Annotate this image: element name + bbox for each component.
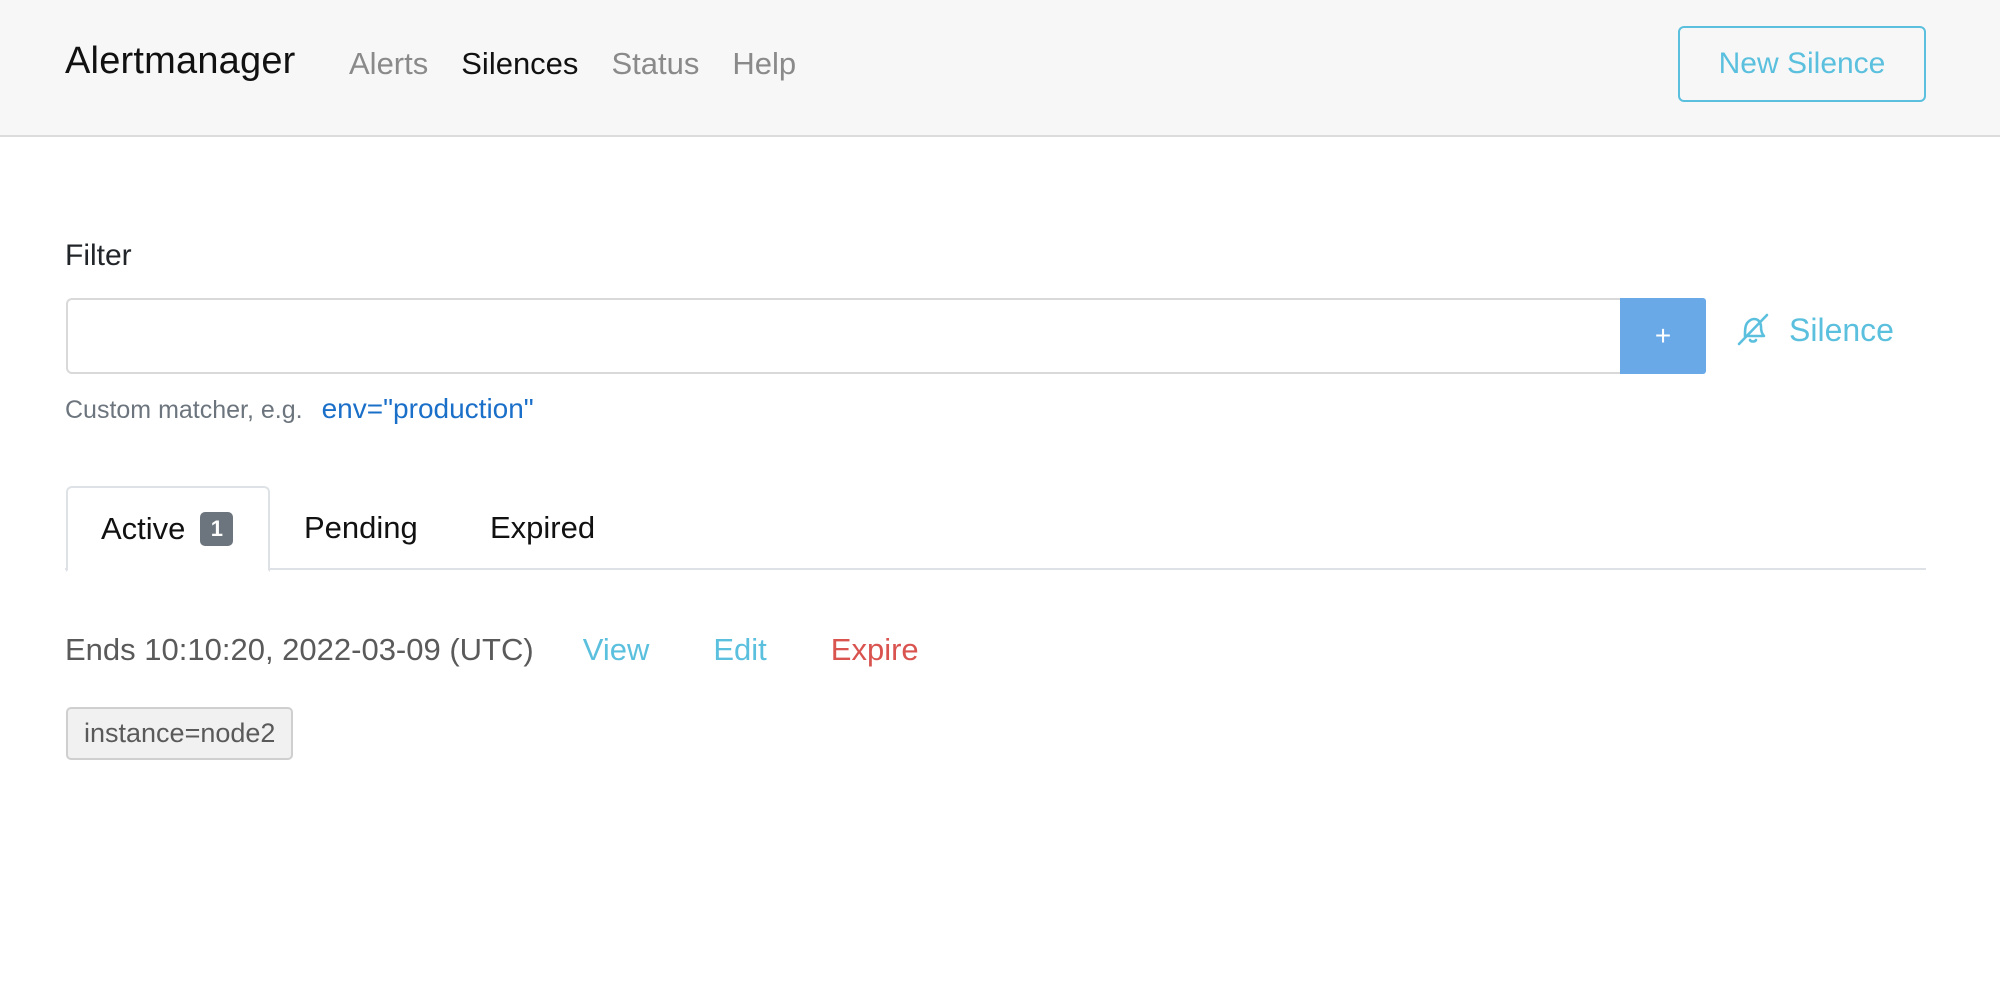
bell-slash-icon xyxy=(1733,310,1773,350)
filter-label: Filter xyxy=(65,239,132,272)
edit-silence-link[interactable]: Edit xyxy=(713,632,766,668)
brand-logo-text[interactable]: Alertmanager xyxy=(65,40,296,83)
filter-hint-text: Custom matcher, e.g. xyxy=(65,396,303,424)
tab-active-label: Active xyxy=(101,511,186,546)
silence-filter-label: Silence xyxy=(1789,311,1894,348)
add-filter-button[interactable]: + xyxy=(1620,298,1706,374)
nav-links: Alerts Silences Status Help xyxy=(349,46,829,82)
matcher-tag: instance=node2 xyxy=(66,707,294,760)
view-silence-link[interactable]: View xyxy=(583,632,650,668)
silence-filter-button[interactable]: Silence xyxy=(1733,310,1894,350)
new-silence-button[interactable]: New Silence xyxy=(1678,26,1926,102)
nav-link-help[interactable]: Help xyxy=(732,46,796,82)
silence-list-item: Ends 10:10:20, 2022-03-09 (UTC) View Edi… xyxy=(65,632,919,668)
filter-hint: Custom matcher, e.g. env="production" xyxy=(65,393,534,425)
tab-expired[interactable]: Expired xyxy=(490,486,595,570)
silence-ends-text: Ends 10:10:20, 2022-03-09 (UTC) xyxy=(65,632,534,667)
nav-link-status[interactable]: Status xyxy=(611,46,699,82)
tab-pending[interactable]: Pending xyxy=(304,486,418,570)
active-count-badge: 1 xyxy=(200,512,234,546)
tab-active[interactable]: Active 1 xyxy=(66,486,270,572)
top-navbar: Alertmanager Alerts Silences Status Help… xyxy=(0,0,2000,137)
filter-input[interactable] xyxy=(66,298,1622,374)
silence-tabs: Active 1 Pending Expired xyxy=(65,486,1926,572)
nav-link-alerts[interactable]: Alerts xyxy=(349,46,428,82)
nav-link-silences[interactable]: Silences xyxy=(461,46,578,82)
expire-silence-link[interactable]: Expire xyxy=(831,632,919,668)
filter-hint-example[interactable]: env="production" xyxy=(322,393,534,425)
